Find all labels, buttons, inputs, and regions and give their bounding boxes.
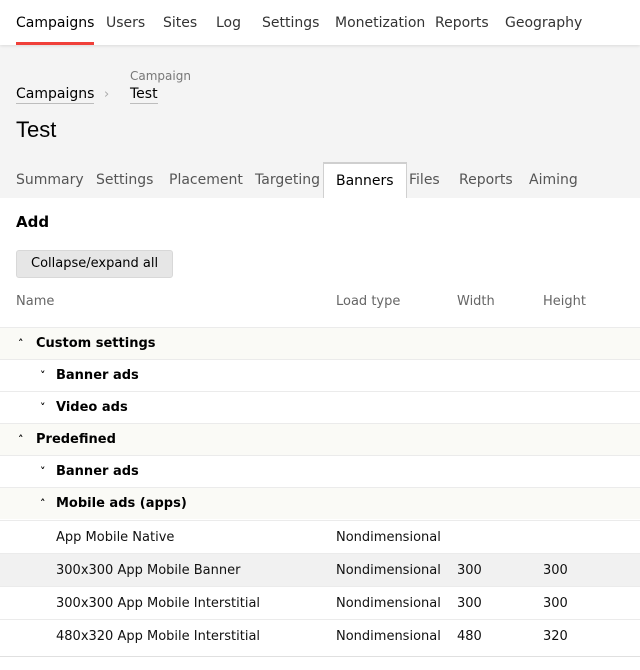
banner-height: 300 [543,596,568,611]
tab-placement[interactable]: Placement [169,162,243,198]
group-row-custom-settings[interactable]: ˄ Custom settings [0,327,640,359]
group-label[interactable]: Video ads [56,392,128,424]
group-label[interactable]: Predefined [36,424,116,456]
tab-files[interactable]: Files [409,162,440,198]
banner-load-type: Nondimensional [336,629,441,644]
collapse-expand-all-button[interactable]: Collapse/expand all [16,250,174,278]
column-header-load-type[interactable]: Load type [336,294,400,309]
add-section-title: Add [16,213,50,231]
breadcrumb-current-link[interactable]: Test [130,86,158,104]
top-nav: Campaigns Users Sites Log Settings Monet… [0,0,640,45]
table-row[interactable]: 480x320 App Mobile Interstitial Nondimen… [0,619,640,652]
chevron-down-icon[interactable]: ˅ [40,360,46,392]
table-row[interactable]: App Mobile Native Nondimensional [0,520,640,553]
banner-load-type: Nondimensional [336,563,441,578]
table-bottom-divider [0,656,640,657]
column-header-width[interactable]: Width [457,294,495,309]
column-header-name[interactable]: Name [16,294,54,309]
tab-settings[interactable]: Settings [96,162,153,198]
tab-targeting[interactable]: Targeting [255,162,320,198]
banner-load-type: Nondimensional [336,530,441,545]
group-label[interactable]: Banner ads [56,456,139,488]
nav-item-monetization[interactable]: Monetization [335,0,425,45]
nav-item-geography[interactable]: Geography [505,0,582,45]
banner-height: 300 [543,563,568,578]
chevron-down-icon[interactable]: ˅ [40,392,46,424]
group-label[interactable]: Banner ads [56,360,139,392]
nav-item-campaigns[interactable]: Campaigns [16,0,95,45]
group-label[interactable]: Mobile ads (apps) [56,488,187,520]
campaign-header: Campaigns › Campaign Test Test Summary S… [0,45,640,198]
nav-item-settings[interactable]: Settings [262,0,319,45]
nav-item-reports[interactable]: Reports [435,0,489,45]
column-header-height[interactable]: Height [543,294,586,309]
banner-name[interactable]: App Mobile Native [56,521,174,554]
chevron-up-icon[interactable]: ˄ [18,424,24,456]
group-row-mobile-ads[interactable]: ˄ Mobile ads (apps) [0,487,640,519]
tab-aiming[interactable]: Aiming [529,162,578,198]
chevron-down-icon[interactable]: ˅ [40,456,46,488]
page-title: Test [16,117,57,142]
chevron-up-icon[interactable]: ˄ [40,488,46,520]
chevron-up-icon[interactable]: ˄ [18,328,24,360]
group-row-predefined-banner-ads[interactable]: ˅ Banner ads [0,455,640,487]
nav-item-log[interactable]: Log [216,0,241,45]
tab-summary[interactable]: Summary [16,162,84,198]
group-row-predefined[interactable]: ˄ Predefined [0,423,640,455]
nav-item-sites[interactable]: Sites [163,0,197,45]
breadcrumb-caption: Campaign [130,69,191,83]
nav-item-users[interactable]: Users [106,0,145,45]
banner-width: 480 [457,629,482,644]
tab-reports[interactable]: Reports [459,162,513,198]
group-label[interactable]: Custom settings [36,328,156,360]
banner-load-type: Nondimensional [336,596,441,611]
tab-banners[interactable]: Banners [323,162,407,198]
table-row[interactable]: 300x300 App Mobile Interstitial Nondimen… [0,586,640,619]
banner-width: 300 [457,563,482,578]
chevron-right-icon: › [104,87,110,102]
banner-name[interactable]: 480x320 App Mobile Interstitial [56,620,260,653]
table-row[interactable]: 300x300 App Mobile Banner Nondimensional… [0,553,640,586]
banner-height: 320 [543,629,568,644]
group-row-custom-banner-ads[interactable]: ˅ Banner ads [0,359,640,391]
banner-width: 300 [457,596,482,611]
banner-name[interactable]: 300x300 App Mobile Banner [56,554,240,587]
banner-name[interactable]: 300x300 App Mobile Interstitial [56,587,260,620]
breadcrumb-campaigns-link[interactable]: Campaigns [16,86,95,104]
group-row-custom-video-ads[interactable]: ˅ Video ads [0,391,640,423]
